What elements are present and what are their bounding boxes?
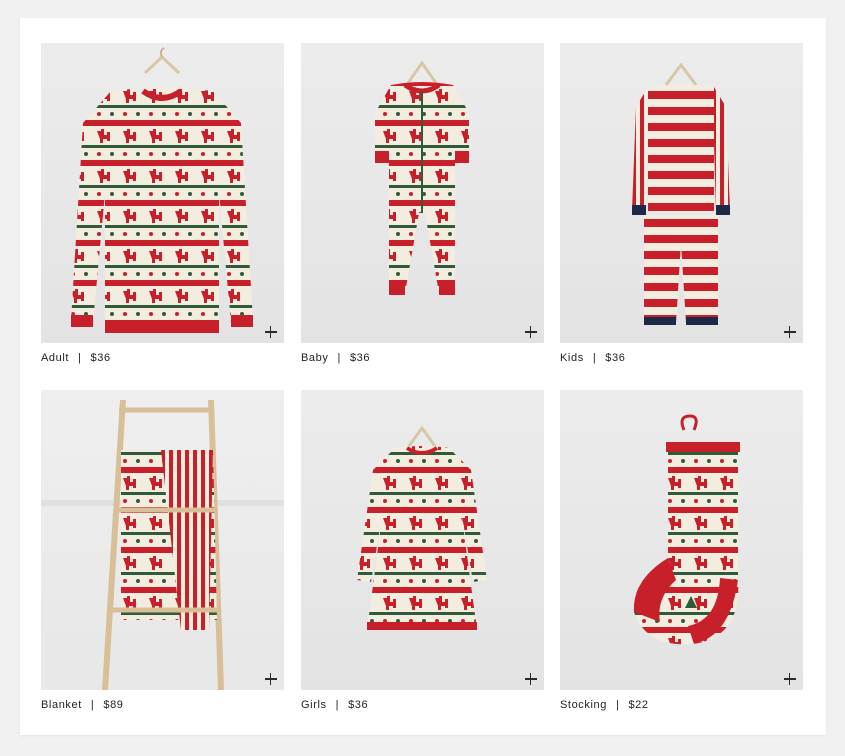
plus-icon[interactable] xyxy=(263,324,279,340)
product-image-adult[interactable] xyxy=(41,43,284,343)
plus-icon[interactable] xyxy=(782,324,798,340)
product-image-baby[interactable] xyxy=(301,43,544,343)
separator: | xyxy=(78,352,82,364)
product-image-stocking[interactable] xyxy=(560,390,803,690)
product-card-adult[interactable]: Adult | $36 xyxy=(41,43,284,368)
product-name: Girls xyxy=(301,699,327,711)
girls-nightgown-illustration xyxy=(357,425,487,630)
product-caption: Adult | $36 xyxy=(41,352,284,368)
separator: | xyxy=(335,699,340,711)
adult-pajama-top-illustration xyxy=(71,47,253,333)
knit-stocking-illustration xyxy=(633,414,740,645)
product-caption: Girls | $36 xyxy=(301,699,544,715)
baby-onesie-illustration xyxy=(375,60,469,295)
product-price: $36 xyxy=(348,699,369,711)
separator: | xyxy=(592,352,597,364)
plus-icon[interactable] xyxy=(523,671,539,687)
product-name: Blanket xyxy=(41,699,82,711)
product-caption: Baby | $36 xyxy=(301,352,544,368)
product-image-kids[interactable] xyxy=(560,43,803,343)
plus-icon[interactable] xyxy=(523,324,539,340)
product-caption: Kids | $36 xyxy=(560,352,803,368)
product-name: Adult xyxy=(41,352,70,364)
product-price: $36 xyxy=(349,352,371,364)
product-price: $36 xyxy=(90,352,111,364)
product-card-blanket[interactable]: Blanket | $89 xyxy=(41,390,284,715)
blanket-on-ladder-illustration xyxy=(41,399,284,690)
product-image-blanket[interactable] xyxy=(41,390,284,690)
product-caption: Stocking | $22 xyxy=(560,699,803,715)
product-name: Baby xyxy=(301,352,329,364)
product-price: $36 xyxy=(605,352,626,364)
product-grid: Adult | $36 Baby | $36 Kids | $36 Blanke… xyxy=(20,18,826,735)
product-card-girls[interactable]: Girls | $36 xyxy=(301,390,544,715)
product-name: Stocking xyxy=(560,699,607,711)
product-card-baby[interactable]: Baby | $36 xyxy=(301,43,544,368)
product-card-kids[interactable]: Kids | $36 xyxy=(560,43,803,368)
separator: | xyxy=(616,699,620,711)
product-image-girls[interactable] xyxy=(301,390,544,690)
product-card-stocking[interactable]: Stocking | $22 xyxy=(560,390,803,715)
plus-icon[interactable] xyxy=(263,671,279,687)
product-name: Kids xyxy=(560,352,584,364)
separator: | xyxy=(90,699,95,711)
product-price: $89 xyxy=(103,699,124,711)
plus-icon[interactable] xyxy=(782,671,798,687)
separator: | xyxy=(337,352,341,364)
kids-striped-pajamas-illustration xyxy=(632,62,730,325)
product-caption: Blanket | $89 xyxy=(41,699,284,715)
product-price: $22 xyxy=(628,699,649,711)
